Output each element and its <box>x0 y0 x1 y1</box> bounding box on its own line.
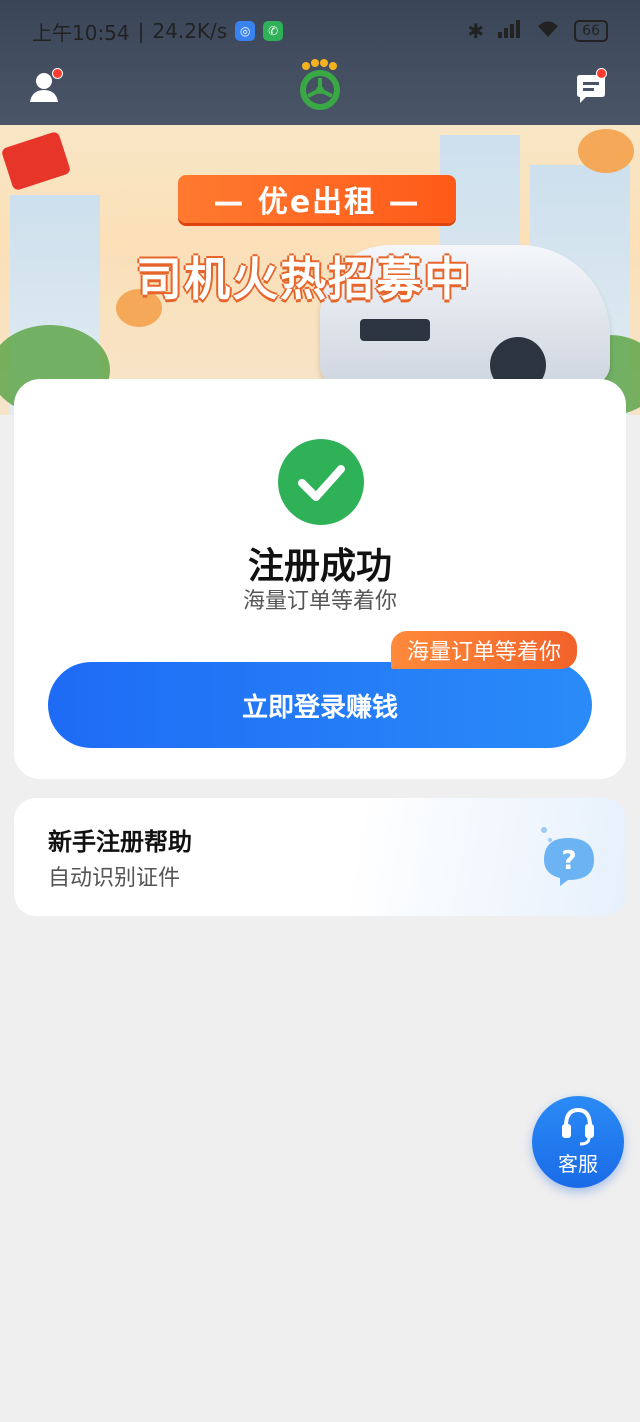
registration-result-card: 注册成功 海量订单等着你 立即登录赚钱 海量订单等着你 <box>14 379 626 779</box>
result-subtitle: 海量订单等着你 <box>242 589 397 614</box>
bluetooth-icon: ✱ <box>467 19 485 43</box>
wifi-icon <box>536 19 560 44</box>
status-time: 上午10:54 <box>32 20 130 45</box>
status-divider: | <box>137 19 145 43</box>
user-profile-button[interactable] <box>28 68 64 106</box>
question-help-icon: ? <box>538 824 598 886</box>
svg-text:?: ? <box>561 846 576 876</box>
banner-headline: 司机火热招募中 <box>136 252 472 306</box>
login-earn-button[interactable]: 立即登录赚钱 <box>48 662 592 748</box>
status-bar: 上午10:54 | 24.2K/s ◎ ✆ ✱ 66 <box>0 0 640 62</box>
brand-tag: — 优e出租 — <box>178 175 456 223</box>
help-subtitle: 自动识别证件 <box>48 866 181 891</box>
message-notification-dot <box>596 68 607 79</box>
result-title: 注册成功 <box>247 546 392 587</box>
help-title: 新手注册帮助 <box>48 828 192 856</box>
messages-button[interactable] <box>574 68 610 106</box>
orders-badge: 海量订单等着你 <box>391 631 578 669</box>
phone-notification-icon: ✆ <box>263 21 284 41</box>
headset-icon <box>562 1107 594 1146</box>
app-logo <box>294 58 346 114</box>
app-header: 上午10:54 | 24.2K/s ◎ ✆ ✱ 66 <box>0 0 640 125</box>
battery-indicator: 66 <box>574 20 608 42</box>
status-net-speed: 24.2K/s <box>152 19 228 43</box>
customer-service-button[interactable]: 客服 <box>532 1096 624 1188</box>
customer-service-label: 客服 <box>558 1154 598 1176</box>
signal-icon <box>498 19 522 43</box>
red-envelope-icon <box>0 130 72 192</box>
notification-app-icon: ◎ <box>235 21 256 41</box>
recruitment-banner[interactable]: — 优e出租 — 司机火热招募中 <box>0 125 640 415</box>
user-notification-dot <box>52 68 63 79</box>
coin-icon <box>578 129 634 173</box>
success-check-icon <box>278 439 364 525</box>
registration-help-card[interactable]: 新手注册帮助 自动识别证件 ? <box>14 798 626 916</box>
